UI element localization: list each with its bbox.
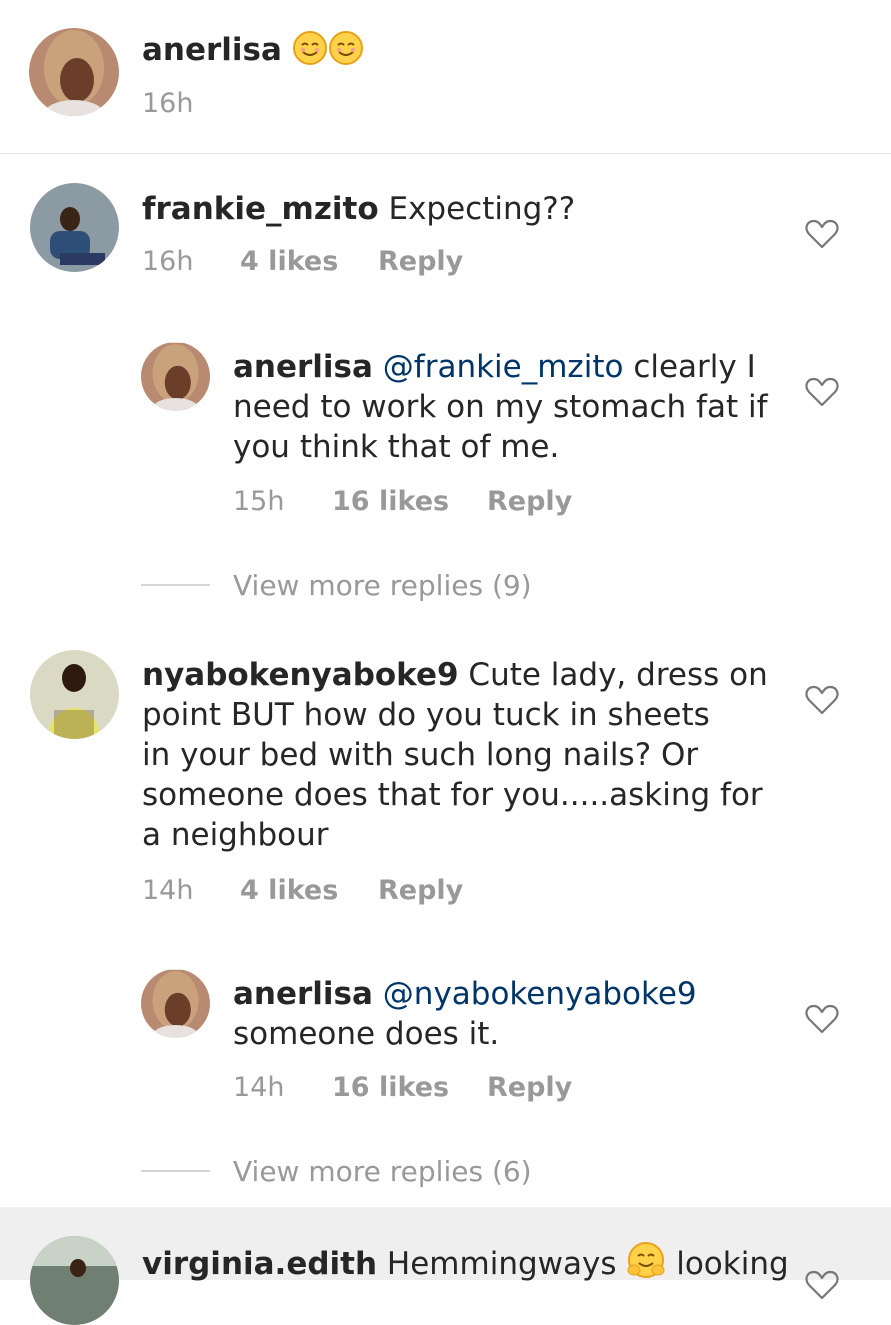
reply-button[interactable]: Reply (378, 246, 463, 277)
like-heart-icon[interactable] (805, 1004, 839, 1034)
divider (141, 1170, 210, 1172)
like-heart-icon[interactable] (805, 219, 839, 249)
smiling-face-icon (292, 30, 328, 76)
divider (141, 584, 210, 586)
username[interactable]: virginia.edith (142, 1246, 377, 1282)
timestamp: 15h (233, 486, 285, 517)
reply-button[interactable]: Reply (487, 486, 572, 517)
smiling-face-icon (328, 30, 364, 76)
mention-link[interactable]: @nyabokenyaboke9 (383, 976, 697, 1012)
reply-button[interactable]: Reply (378, 875, 463, 906)
timestamp: 14h (233, 1072, 285, 1103)
username[interactable]: nyabokenyaboke9 (142, 657, 459, 693)
timestamp: 14h (142, 875, 194, 906)
username[interactable]: anerlisa (233, 976, 373, 1012)
avatar[interactable] (29, 28, 119, 116)
likes-count[interactable]: 4 likes (240, 246, 378, 277)
comment-meta: 15h 16 likes Reply (233, 486, 572, 517)
comment-text: anerlisa @frankie_mzito clearly I need t… (233, 349, 768, 465)
divider (0, 153, 891, 154)
likes-count[interactable]: 16 likes (332, 1072, 487, 1103)
comment-meta: 14h 4 likes Reply (142, 875, 463, 906)
comment-text: nyabokenyaboke9 Cute lady, dress on poin… (142, 657, 768, 853)
timestamp: 16h (142, 88, 194, 119)
comment-text: anerlisa @nyabokenyaboke9 someone does i… (233, 976, 697, 1052)
likes-count[interactable]: 16 likes (332, 486, 487, 517)
hugging-face-icon (626, 1240, 666, 1290)
avatar[interactable] (141, 342, 210, 411)
avatar[interactable] (141, 969, 210, 1038)
likes-count[interactable]: 4 likes (240, 875, 378, 906)
view-more-replies-button[interactable]: View more replies (6) (233, 1155, 532, 1188)
comment-text: frankie_mzito Expecting?? (142, 191, 576, 227)
avatar[interactable] (30, 650, 119, 739)
username[interactable]: anerlisa (233, 349, 373, 385)
comment-meta: 14h 16 likes Reply (233, 1072, 572, 1103)
avatar[interactable] (30, 1236, 119, 1325)
mention-link[interactable]: @frankie_mzito (383, 349, 624, 385)
reply-button[interactable]: Reply (487, 1072, 572, 1103)
comment-text: virginia.edith Hemmingways looking (142, 1240, 789, 1290)
like-heart-icon[interactable] (805, 1270, 839, 1300)
like-heart-icon[interactable] (805, 377, 839, 407)
view-more-replies-button[interactable]: View more replies (9) (233, 569, 532, 602)
like-heart-icon[interactable] (805, 685, 839, 715)
timestamp: 16h (142, 246, 194, 277)
username[interactable]: frankie_mzito (142, 191, 379, 227)
caption-line: anerlisa (142, 30, 364, 76)
username[interactable]: anerlisa (142, 32, 282, 68)
avatar[interactable] (30, 183, 119, 272)
comment-meta: 16h 4 likes Reply (142, 246, 463, 277)
